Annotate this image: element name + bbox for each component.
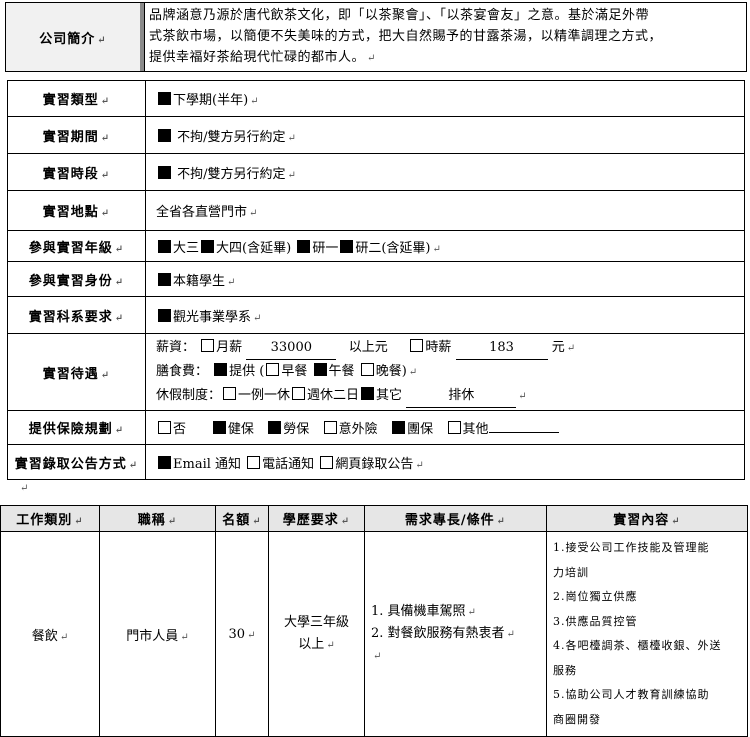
insurance-value: 否 健保 勞保 意外險 團保 其他 xyxy=(145,410,745,445)
intro-label: 公司簡介 ↵ xyxy=(5,2,140,72)
list-item: 力培訓 xyxy=(553,565,589,579)
checkbox-hourly[interactable] xyxy=(410,339,424,352)
list-item: 服務 xyxy=(553,663,577,677)
checkbox-ins-accident[interactable] xyxy=(323,421,337,434)
intro-line-1: 品牌涵意乃源於唐代飲茶文化，即「以茶聚會」、「以茶宴會友」之意。基於滿足外帶 xyxy=(149,8,650,23)
jobs-table: 工作類別 ↵ 職稱 ↵ 名額 ↵ 學歷要求 ↵ 需求專長/條件 ↵ 實習內容 ↵ 餐飲 ↵ 門… xyxy=(0,505,748,737)
notice-label: 實習錄取公告方式 ↵ xyxy=(7,444,146,480)
job-education: 大學三年級 以上 ↵ xyxy=(268,531,365,737)
table-row: 餐飲 ↵ 門市人員 ↵ 30 ↵ 大學三年級 以上 ↵ 1. 具備機車駕照 ↵ 2. 對餐… xyxy=(0,531,748,737)
checkbox-leave-2[interactable] xyxy=(292,387,306,400)
grade-value: 大三 大四(含延畢) 研一 研二(含延畢) ↵ xyxy=(145,230,745,262)
pay-label: 實習待遇 ↵ xyxy=(7,333,146,411)
intro-label-text: 公司簡介 xyxy=(39,31,96,47)
hourly-wage: 183 xyxy=(455,336,548,360)
checkbox-dinner[interactable] xyxy=(360,363,374,376)
period-label: 實習期間 ↵ xyxy=(7,116,146,154)
identity-label: 參與實習身份 ↵ xyxy=(7,261,146,297)
paragraph-mark: ↵ xyxy=(20,483,29,494)
checkbox-semester[interactable] xyxy=(158,92,171,105)
checkbox-ins-other[interactable] xyxy=(447,421,461,434)
job-requirements: 1. 具備機車駕照 ↵ 2. 對餐飲服務有熱衷者 ↵ ↵ xyxy=(364,531,547,737)
checkbox-hours[interactable] xyxy=(158,165,171,179)
list-item: 1.接受公司工作技能及管理能 xyxy=(553,541,710,554)
monthly-salary: 33000 xyxy=(246,336,337,360)
identity-value: 本籍學生 ↵ xyxy=(145,261,745,297)
checkbox-email[interactable] xyxy=(158,455,171,469)
checkbox-grad-2[interactable] xyxy=(340,239,354,253)
type-value: 下學期(半年) ↵ xyxy=(145,80,745,117)
checkbox-ins-labor[interactable] xyxy=(268,421,282,434)
checkbox-leave-1[interactable] xyxy=(223,387,237,400)
checkbox-grade-3[interactable] xyxy=(158,239,171,253)
leave-line: 休假制度： 一例一休 週休二日 其它 排休 ↵ xyxy=(156,384,734,408)
intro-line-3: 提供幸福好茶給現代忙碌的都市人。 ↵ xyxy=(149,50,376,65)
pay-value: 薪資： 月薪 33000 以上元 時薪 183 元 ↵ 膳食費： 提供 (早餐 午… xyxy=(145,333,745,411)
checkbox-meal-provide[interactable] xyxy=(214,363,228,376)
checkbox-grad-1[interactable] xyxy=(297,239,311,253)
leave-other-value: 排休 xyxy=(406,384,517,408)
intro-line-2: 式茶飲市場，以簡便不失美味的方式，把大自然賜予的甘露茶湯，以精準調理之方式， xyxy=(149,29,663,44)
location-value: 全省各直營門市 ↵ xyxy=(145,190,745,231)
period-value: 不拘/雙方另行約定 ↵ xyxy=(145,116,745,154)
list-item: 4.各吧檯調茶、櫃檯收銀、外送 xyxy=(553,639,722,652)
meal-line: 膳食費： 提供 (早餐 午餐 晚餐) ↵ xyxy=(156,363,418,379)
checkbox-monthly[interactable] xyxy=(201,339,215,352)
checkbox-ins-no[interactable] xyxy=(158,421,171,434)
insurance-label: 提供保險規劃 ↵ xyxy=(7,410,146,445)
checkbox-lunch[interactable] xyxy=(313,363,327,376)
list-item: 商圈開發 xyxy=(553,712,601,726)
hours-value: 不拘/雙方另行約定 ↵ xyxy=(145,153,745,191)
job-category: 餐飲 ↵ xyxy=(0,531,100,737)
salary-line: 薪資： 月薪 33000 以上元 時薪 183 元 ↵ xyxy=(156,336,734,360)
checkbox-grade-4[interactable] xyxy=(201,239,215,253)
checkbox-phone[interactable] xyxy=(247,455,261,469)
list-item: 3.供應品質控管 xyxy=(553,614,638,628)
list-item: 2.崗位獨立供應 xyxy=(553,590,638,603)
checkbox-dept[interactable] xyxy=(158,308,171,322)
job-quota: 30 ↵ xyxy=(215,531,269,737)
type-label: 實習類型 ↵ xyxy=(7,80,146,117)
checkbox-web[interactable] xyxy=(320,455,334,469)
checkbox-ins-health[interactable] xyxy=(212,421,226,434)
grade-label: 參與實習年級 ↵ xyxy=(7,230,146,262)
checkbox-identity[interactable] xyxy=(158,272,171,286)
header-content: 實習內容 ↵ xyxy=(546,505,748,532)
list-item: 5.協助公司人才教育訓練協助 xyxy=(553,688,710,701)
header-education: 學歷要求 ↵ xyxy=(268,505,365,532)
notice-value: Email 通知 電話通知 網頁錄取公告 ↵ xyxy=(145,444,745,480)
header-title: 職稱 ↵ xyxy=(99,505,216,532)
checkbox-breakfast[interactable] xyxy=(266,363,280,376)
checkbox-leave-other[interactable] xyxy=(361,387,375,400)
location-label: 實習地點 ↵ xyxy=(7,190,146,231)
checkbox-period[interactable] xyxy=(158,128,171,142)
header-requirements: 需求專長/條件 ↵ xyxy=(364,505,547,532)
job-content: 1.接受公司工作技能及管理能 力培訓 2.崗位獨立供應 3.供應品質控管 4.各… xyxy=(546,531,748,737)
checkbox-ins-group[interactable] xyxy=(392,421,406,434)
header-quota: 名額 ↵ xyxy=(215,505,269,532)
internship-info-table: 實習類型 ↵ 下學期(半年) ↵ 實習期間 ↵ 不拘/雙方另行約定 ↵ 實習時段 ↵ 不拘… xyxy=(7,80,745,480)
ins-other-blank xyxy=(488,432,559,433)
intro-table: 公司簡介 ↵ 品牌涵意乃源於唐代飲茶文化，即「以茶聚會」、「以茶宴會友」之意。基於… xyxy=(5,2,747,72)
dept-value: 觀光事業學系 ↵ xyxy=(145,296,745,334)
dept-label: 實習科系要求 ↵ xyxy=(7,296,146,334)
job-title: 門市人員 ↵ xyxy=(99,531,216,737)
hours-label: 實習時段 ↵ xyxy=(7,153,146,191)
header-category: 工作類別 ↵ xyxy=(0,505,100,532)
intro-text: 品牌涵意乃源於唐代飲茶文化，即「以茶聚會」、「以茶宴會友」之意。基於滿足外帶 式… xyxy=(144,2,747,72)
